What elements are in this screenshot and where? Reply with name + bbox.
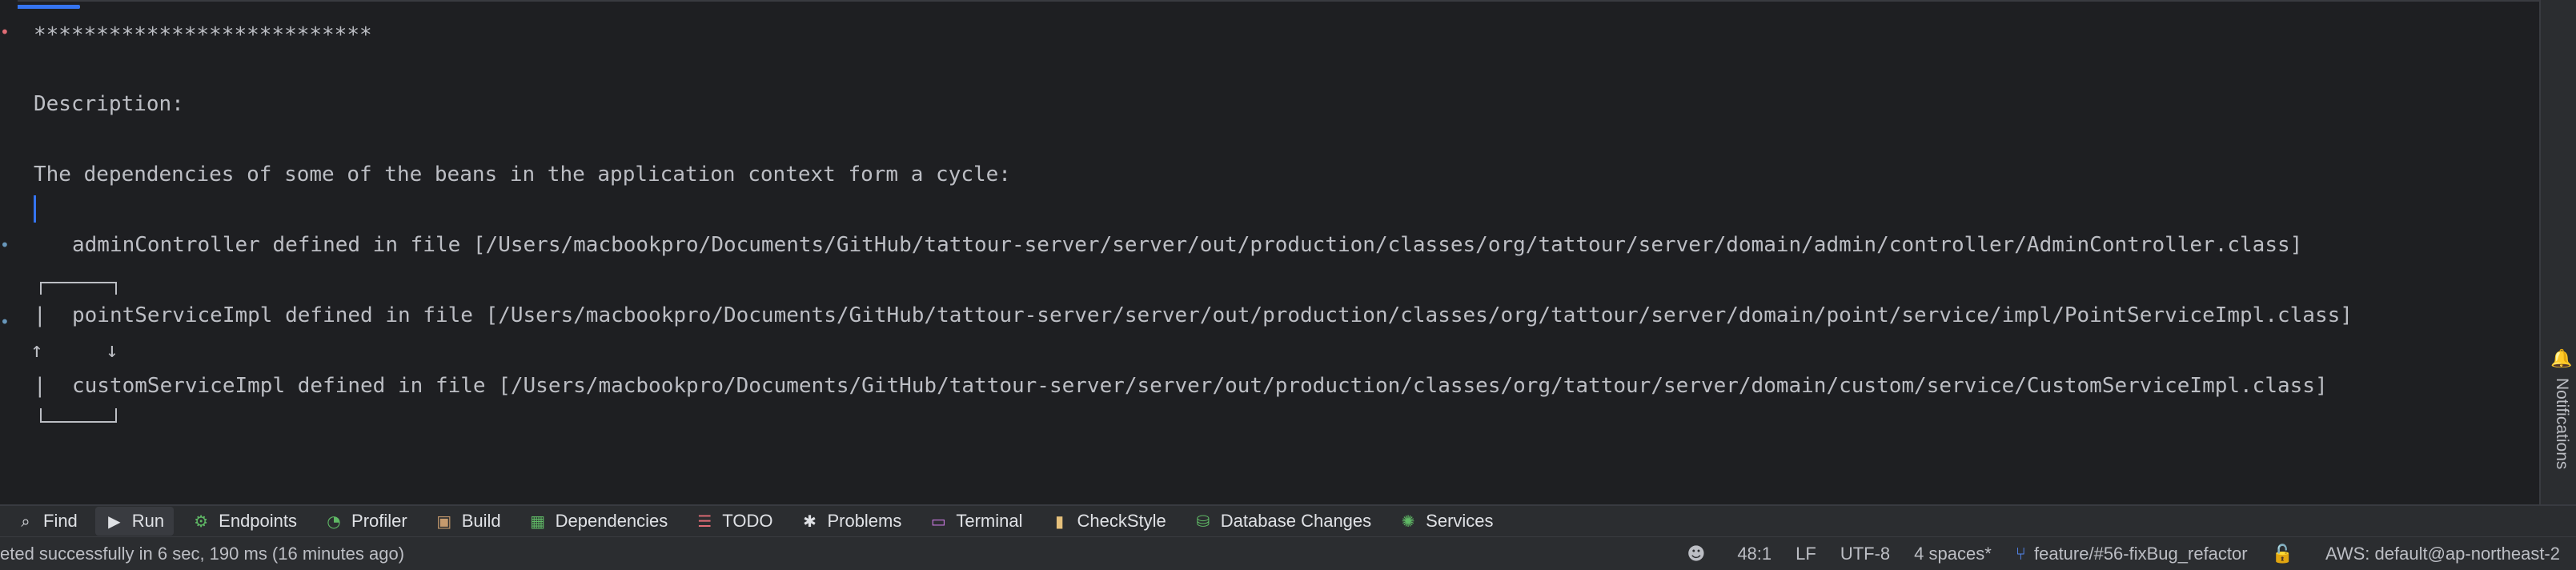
unlock-icon: 🔓	[2271, 544, 2293, 564]
endpoints-icon: ⚙	[194, 512, 209, 531]
dependencies-icon: ▦	[530, 512, 546, 531]
tool-window-terminal[interactable]: ▭ Terminal	[919, 507, 1032, 536]
tool-window-bar: ⌕ Find ▶ Run ⚙ Endpoints ◔ Profiler ▣ Bu…	[0, 504, 2576, 536]
tool-window-label: Build	[461, 511, 501, 531]
terminal-icon: ▭	[930, 512, 946, 531]
line-ending[interactable]: LF	[1796, 544, 1816, 564]
tool-window-checkstyle[interactable]: ▮ CheckStyle	[1041, 507, 1176, 536]
tool-window-database-changes[interactable]: ⛁ Database Changes	[1184, 507, 1381, 536]
status-message[interactable]: eted successfully in 6 sec, 190 ms (16 m…	[0, 544, 404, 564]
aws-profile[interactable]: AWS: default@ap-northeast-2	[2325, 544, 2560, 564]
indent-setting[interactable]: 4 spaces*	[1914, 544, 1992, 564]
console-line-description: Description:	[34, 92, 184, 116]
copilot-status[interactable]: ☻	[1687, 544, 1713, 564]
notifications-icon[interactable]: 🔔	[2550, 349, 2572, 369]
notifications-tab[interactable]: Notifications	[2547, 378, 2571, 490]
error-marker-icon: •	[0, 22, 10, 42]
tool-window-run[interactable]: ▶ Run	[94, 507, 175, 536]
console-line-custom-service: customServiceImpl defined in file [/User…	[72, 374, 2328, 398]
cycle-diagram-top-edge	[40, 282, 117, 283]
console-line-point-service: pointServiceImpl defined in file [/Users…	[72, 303, 2353, 327]
database-changes-icon: ⛁	[1196, 512, 1210, 531]
tool-window-label: Database Changes	[1220, 511, 1372, 531]
git-branch-label: feature/#56-fixBug_refactor	[2033, 544, 2248, 564]
file-encoding[interactable]: UTF-8	[1840, 544, 1890, 564]
cycle-diagram-bottom-edge	[40, 421, 117, 423]
tool-window-dependencies[interactable]: ▦ Dependencies	[519, 507, 678, 536]
tool-window-services[interactable]: ✺ Services	[1389, 507, 1503, 536]
tool-window-label: Terminal	[956, 511, 1023, 531]
cycle-diagram-bottom-left	[40, 408, 42, 423]
gutter-marker-icon: •	[0, 235, 10, 255]
tool-window-label: Run	[131, 511, 165, 531]
tool-window-label: Profiler	[351, 511, 407, 531]
problems-icon: ✱	[803, 512, 817, 531]
tool-window-build[interactable]: ▣ Build	[425, 507, 511, 536]
build-icon: ▣	[436, 512, 452, 531]
tool-window-label: CheckStyle	[1077, 511, 1166, 531]
tool-window-label: TODO	[722, 511, 773, 531]
cycle-up-arrow-icon: ↑	[30, 339, 43, 363]
tool-window-endpoints[interactable]: ⚙ Endpoints	[182, 507, 307, 536]
run-icon: ▶	[108, 512, 121, 531]
tool-window-label: Endpoints	[219, 511, 298, 531]
tool-window-find[interactable]: ⌕ Find	[6, 507, 87, 536]
text-caret	[34, 195, 36, 223]
cycle-diagram-top-right	[115, 282, 117, 295]
console-line-separator: ***************************	[34, 23, 372, 47]
cycle-down-arrow-icon: ↓	[106, 339, 118, 363]
cycle-diagram-bar: |	[34, 303, 46, 327]
tool-window-label: Services	[1426, 511, 1494, 531]
gutter-marker-icon: •	[0, 312, 10, 331]
checkstyle-icon: ▮	[1055, 512, 1065, 531]
cycle-diagram-bottom-right	[115, 408, 117, 423]
cycle-diagram-top-left	[40, 282, 42, 295]
copilot-icon: ☻	[1687, 544, 1706, 564]
git-branch-icon: ⑂	[2015, 544, 2026, 564]
tool-window-todo[interactable]: ☰ TODO	[685, 507, 782, 536]
tool-window-label: Find	[43, 511, 78, 531]
tool-window-label: Problems	[827, 511, 902, 531]
read-only-toggle[interactable]: 🔓	[2272, 544, 2301, 564]
profiler-icon: ◔	[327, 512, 341, 531]
cycle-diagram-bar: |	[34, 374, 46, 398]
tool-window-problems[interactable]: ✱ Problems	[790, 507, 911, 536]
search-icon: ⌕	[21, 512, 30, 531]
console-gutter: • • •	[0, 0, 18, 504]
console-top-border	[0, 0, 2539, 2]
services-icon: ✺	[1401, 512, 1415, 531]
todo-icon: ☰	[697, 512, 712, 531]
run-console-output[interactable]: • • • *************************** Descri…	[0, 0, 2539, 504]
tool-window-profiler[interactable]: ◔ Profiler	[315, 507, 417, 536]
caret-position[interactable]: 48:1	[1737, 544, 1772, 564]
status-widgets: ☻ 48:1 LF UTF-8 4 spaces* ⑂ feature/#56-…	[1663, 537, 2560, 570]
right-tool-strip: 🔔 Notifications	[2539, 0, 2576, 504]
git-branch-widget[interactable]: ⑂ feature/#56-fixBug_refactor	[2016, 544, 2248, 564]
console-line-cycle-message: The dependencies of some of the beans in…	[34, 163, 1011, 187]
status-bar: eted successfully in 6 sec, 190 ms (16 m…	[0, 536, 2576, 570]
console-line-admin-controller: adminController defined in file [/Users/…	[72, 233, 2303, 257]
tool-window-label: Dependencies	[555, 511, 668, 531]
